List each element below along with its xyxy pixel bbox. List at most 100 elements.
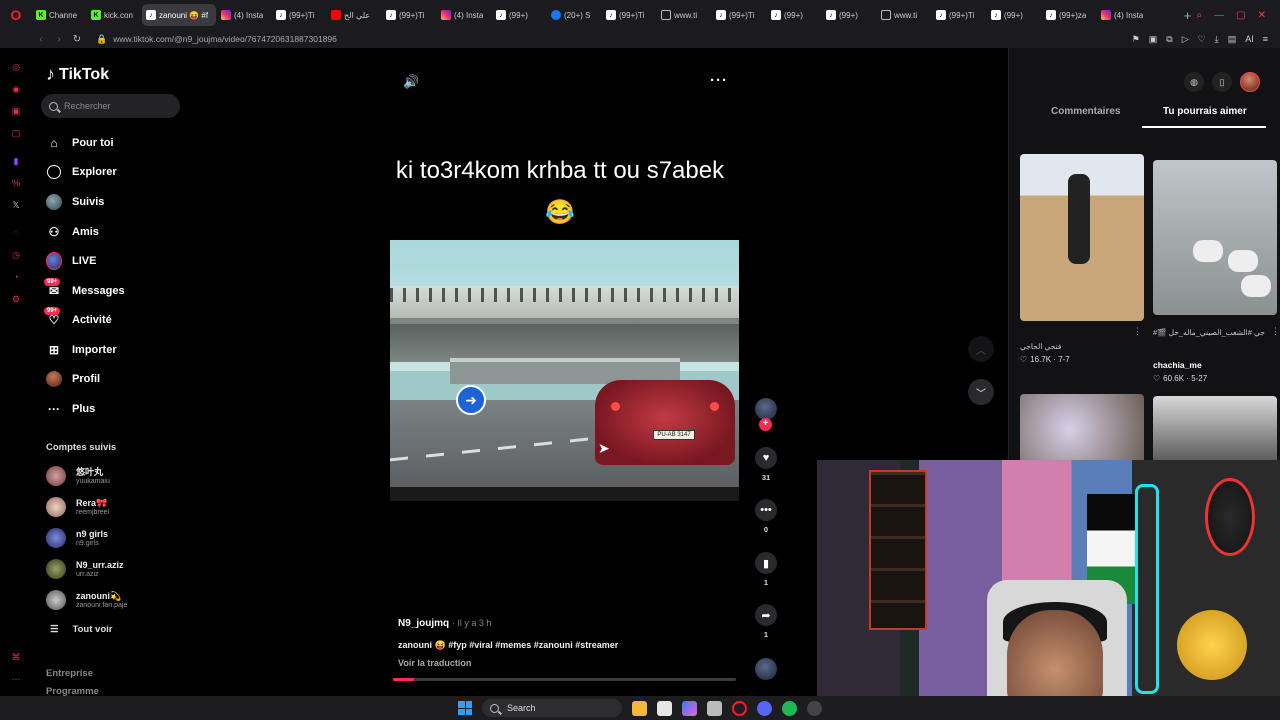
send-icon[interactable]: ▷ xyxy=(1182,34,1189,45)
windows-start-icon[interactable] xyxy=(458,701,472,715)
card-menu-icon[interactable]: ⋮ xyxy=(1133,326,1142,337)
reload-icon[interactable]: ↻ xyxy=(68,34,86,45)
x-icon[interactable]: 𝕏 xyxy=(9,198,23,212)
tab[interactable]: (4) Insta xyxy=(217,4,271,26)
card-username[interactable]: chachia_me xyxy=(1153,360,1202,370)
nav-item-live[interactable]: LIVE xyxy=(46,251,96,271)
ai-button[interactable]: AI xyxy=(1245,34,1254,44)
minimize-icon[interactable]: — xyxy=(1214,10,1224,21)
suggested-video-thumbnail[interactable] xyxy=(1020,154,1144,321)
tab[interactable]: علي الح xyxy=(327,4,381,26)
sidebar-more-icon[interactable]: ⋯ xyxy=(9,672,23,686)
wallet-icon[interactable]: ▤ xyxy=(1228,34,1237,45)
forward-icon[interactable]: › xyxy=(50,34,68,45)
tab[interactable]: K Channe xyxy=(32,4,86,26)
volume-icon[interactable]: 🔊 xyxy=(403,74,419,90)
coin-icon[interactable]: ◍ xyxy=(1184,72,1204,92)
settings-icon[interactable]: ⚙ xyxy=(9,292,23,306)
lock-icon[interactable]: 🔒 xyxy=(96,34,107,45)
nav-item-friends[interactable]: ⚇ Amis xyxy=(46,222,99,242)
history-icon[interactable]: ◷ xyxy=(9,248,23,262)
tab[interactable]: (20+) S xyxy=(547,4,601,26)
video-author[interactable]: N9_joujmq · Il y a 3 h xyxy=(398,618,491,629)
calculator-icon[interactable] xyxy=(707,700,722,716)
nav-item-activity[interactable]: ♡ 99+ Activité xyxy=(44,307,112,330)
suggested-video-thumbnail[interactable] xyxy=(1020,394,1144,464)
instagram-side-icon[interactable]: % xyxy=(9,176,23,190)
nav-item-profile[interactable]: Profil xyxy=(46,369,100,389)
tab[interactable]: www.ti xyxy=(877,4,931,26)
tab[interactable]: ♪ (99+) xyxy=(767,4,821,26)
tab[interactable]: (4) Insta xyxy=(1097,4,1151,26)
pin-icon[interactable]: ◔ xyxy=(9,270,23,284)
see-translation-link[interactable]: Voir la traduction xyxy=(398,658,471,668)
file-explorer-icon[interactable] xyxy=(632,700,647,716)
opera-ai-icon[interactable]: ◎ xyxy=(9,60,23,74)
menu-icon[interactable]: ≡ xyxy=(1263,34,1268,44)
suggested-video-thumbnail[interactable] xyxy=(1153,160,1277,315)
calendar-app-icon[interactable] xyxy=(657,700,672,716)
tab[interactable]: ♪ (99+) xyxy=(492,4,546,26)
video-player[interactable]: ➜ PU-AB 3147 xyxy=(390,240,739,501)
next-video-button[interactable]: ﹀ xyxy=(968,379,994,405)
heart-icon[interactable]: ♡ xyxy=(1198,34,1206,45)
tab[interactable]: (4) Insta xyxy=(437,4,491,26)
follow-plus-button[interactable]: + xyxy=(759,418,772,431)
previous-video-button[interactable]: ︿ xyxy=(968,336,994,362)
video-progress-bar[interactable] xyxy=(393,678,736,681)
footer-link-entreprise[interactable]: Entreprise xyxy=(46,668,93,679)
obs-icon[interactable] xyxy=(807,700,822,716)
copilot-icon[interactable] xyxy=(682,700,697,716)
tab-active[interactable]: ♪ zanouni 😝 #f xyxy=(142,4,216,26)
bookmark-flag-icon[interactable]: ⚑ xyxy=(1132,34,1140,45)
search-input[interactable]: Rechercher xyxy=(41,94,180,118)
screenshot-icon[interactable]: ⧉ xyxy=(1166,34,1172,45)
tab[interactable]: ♪ (99+)Ti xyxy=(932,4,986,26)
nav-item-messages[interactable]: ✉ 99+ Messages xyxy=(44,278,125,301)
back-icon[interactable]: ‹ xyxy=(32,34,50,45)
opera-logo-icon[interactable]: O xyxy=(0,0,32,30)
download-icon[interactable]: ⤓ xyxy=(1215,34,1219,45)
tab[interactable]: ♪ (99+)Ti xyxy=(272,4,326,26)
nav-item-compass[interactable]: Explorer xyxy=(46,162,117,182)
tab-suggestions[interactable]: Tu pourrais aimer xyxy=(1163,106,1247,124)
close-icon[interactable]: ✕ xyxy=(1258,10,1266,21)
tab[interactable]: ♪ (99+) xyxy=(822,4,876,26)
card-menu-icon[interactable]: ⋮ xyxy=(1271,326,1280,337)
suggested-video-thumbnail[interactable] xyxy=(1153,396,1277,464)
user-avatar[interactable] xyxy=(1240,72,1260,92)
tab[interactable]: ♪ (99+)za xyxy=(1042,4,1096,26)
search-tabs-icon[interactable]: ⌕ xyxy=(1197,10,1203,21)
see-all-button[interactable]: ☰ Tout voir xyxy=(50,624,112,635)
phone-icon[interactable]: ▯ xyxy=(1212,72,1232,92)
save-button[interactable]: ▮ 1 xyxy=(753,552,779,587)
tab-comments[interactable]: Commentaires xyxy=(1051,106,1120,124)
creator-avatar[interactable] xyxy=(753,398,779,420)
tab[interactable]: ♪ (99+)Ti xyxy=(712,4,766,26)
tab[interactable]: ♪ (99+)Ti xyxy=(602,4,656,26)
more-options-icon[interactable]: ··· xyxy=(710,72,728,89)
tiktok-logo[interactable]: ♪ TikTok xyxy=(46,64,109,85)
tab[interactable]: www.ti xyxy=(657,4,711,26)
new-tab-icon[interactable]: + xyxy=(1179,8,1197,23)
like-button[interactable]: ♥ 31 xyxy=(753,447,779,482)
followed-account[interactable]: n9 girls n9.girls xyxy=(46,526,108,550)
tab[interactable]: ♪ (99+)Ti xyxy=(382,4,436,26)
followed-account[interactable]: Rera🎀 reemjbreel xyxy=(46,495,109,519)
player-icon[interactable]: ◌ xyxy=(9,226,23,240)
nav-item-home[interactable]: ⌂ Pour toi xyxy=(46,133,113,153)
followed-account[interactable]: zanouni💫 zanouni.fan.paje xyxy=(46,588,127,612)
extensions-icon[interactable]: ⌘ xyxy=(9,650,23,664)
nav-item-more[interactable]: ··· Plus xyxy=(46,399,95,419)
author-name[interactable]: N9_joujmq xyxy=(398,618,449,629)
followed-account[interactable]: N9_urr.aziz urr.aziz xyxy=(46,557,124,581)
tab[interactable]: ♪ (99+) xyxy=(987,4,1041,26)
followed-account[interactable]: 悠叶丸 yuukamaiu xyxy=(46,464,110,488)
nav-item-upload[interactable]: ⊞ Importer xyxy=(46,340,117,360)
taskbar-search[interactable]: Search xyxy=(482,699,622,717)
messenger-icon[interactable]: ◉ xyxy=(9,82,23,96)
sound-disc[interactable] xyxy=(753,658,779,680)
share-button[interactable]: ➦ 1 xyxy=(753,604,779,639)
discord-icon[interactable] xyxy=(757,700,772,716)
tab[interactable]: Kkick.con xyxy=(87,4,141,26)
